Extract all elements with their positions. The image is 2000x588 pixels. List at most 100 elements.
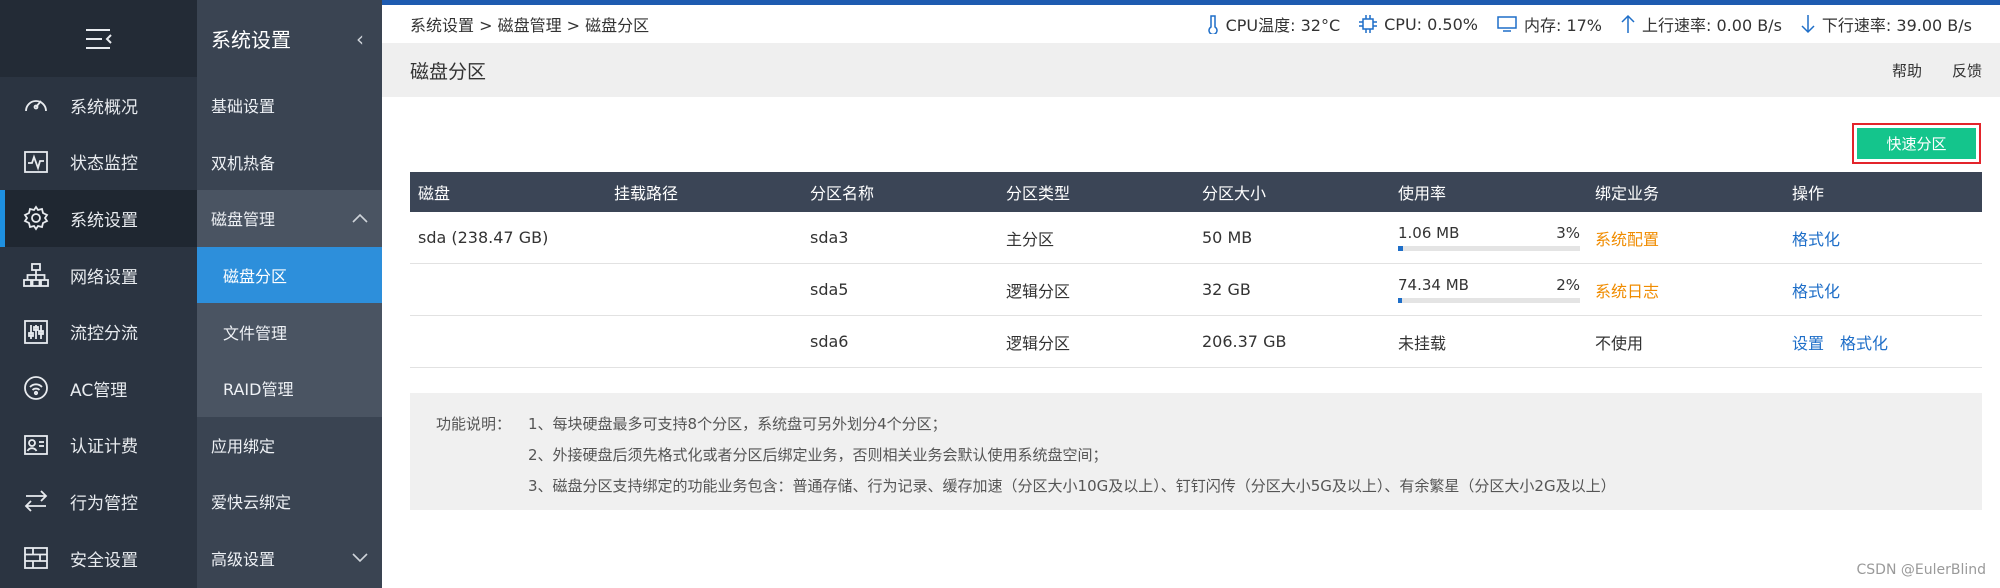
subnav-disk-partition[interactable]: 磁盘分区 — [197, 246, 382, 304]
upload-value: 上行速率: 0.00 B/s — [1642, 16, 1782, 35]
app-root: 系统概况 状态监控 系统设置 网络设置 流控分流 AC管理 认证计费 行为管控 — [0, 0, 2000, 588]
sidebar-item-behavior-control[interactable]: 行为管控 — [0, 473, 197, 530]
column-header: 磁盘 — [418, 184, 451, 203]
format-link[interactable]: 格式化 — [1792, 226, 1840, 250]
memory-stat: 内存: 17% — [1496, 12, 1602, 36]
quick-partition-highlight: 快速分区 — [1852, 123, 1981, 164]
note-line: 2、外接硬盘后须先格式化或者分区后绑定业务，否则相关业务会默认使用系统盘空间； — [528, 446, 1108, 464]
help-link[interactable]: 帮助 — [1892, 60, 1922, 81]
page-title: 磁盘分区 — [410, 60, 487, 83]
network-icon — [20, 259, 52, 291]
pulse-icon — [20, 146, 52, 178]
note-line: 3、磁盘分区支持绑定的功能业务包含：普通存储、行为记录、缓存加速（分区大小10G… — [528, 477, 1616, 495]
sidebar-item-system-settings[interactable]: 系统设置 — [0, 190, 197, 247]
menu-collapse-icon — [85, 28, 112, 49]
usage-bar-fill — [1398, 298, 1402, 303]
secondary-sidebar-header: 系统设置 ‹ — [197, 0, 382, 77]
format-link[interactable]: 格式化 — [1792, 278, 1840, 302]
arrow-down-icon — [1801, 15, 1815, 34]
partition-size-cell: 50 MB — [1202, 228, 1253, 247]
cpu-usage-value: CPU: 0.50% — [1384, 14, 1478, 34]
subnav-cloud-bind[interactable]: 爱快云绑定 — [197, 473, 382, 530]
usage-meter: 1.06 MB 3% — [1398, 224, 1580, 251]
arrow-up-icon — [1621, 14, 1635, 33]
arrows-icon — [20, 485, 52, 517]
partition-name-cell: sda6 — [810, 332, 849, 351]
usage-used: 1.06 MB — [1398, 224, 1460, 242]
operations-cell: 设置 格式化 — [1784, 330, 1982, 354]
sidebar-item-overview[interactable]: 系统概况 — [0, 77, 197, 134]
top-status-bar: 系统设置 > 磁盘管理 > 磁盘分区 CPU温度: 32°C CPU: 0.50… — [382, 5, 2000, 43]
id-card-icon — [20, 429, 52, 461]
subnav-label: 应用绑定 — [211, 436, 276, 456]
chevron-down-icon — [352, 553, 368, 563]
quick-partition-button[interactable]: 快速分区 — [1857, 128, 1976, 159]
primary-sidebar: 系统概况 状态监控 系统设置 网络设置 流控分流 AC管理 认证计费 行为管控 — [0, 0, 197, 588]
note-line: 1、每块硬盘最多可支持8个分区，系统盘可另外划分4个分区； — [528, 415, 947, 433]
sidebar-item-label: 状态监控 — [70, 154, 138, 175]
disk-cell: sda (238.47 GB) — [418, 228, 549, 247]
usage-percent: 2% — [1556, 276, 1580, 294]
download-value: 下行速率: 39.00 B/s — [1821, 16, 1972, 35]
chevron-left-icon[interactable]: ‹ — [356, 27, 364, 51]
table-row: sda6 逻辑分区 206.37 GB 未挂载 不使用 设置 格式化 — [410, 316, 1982, 368]
page-header: 磁盘分区 帮助 反馈 — [382, 43, 2000, 97]
usage-bar — [1398, 298, 1580, 303]
subnav-disk-manage[interactable]: 磁盘管理 — [197, 190, 382, 247]
subnav-label: 磁盘管理 — [211, 210, 276, 230]
sidebar-item-ac-manage[interactable]: AC管理 — [0, 360, 197, 417]
partition-name-cell: sda5 — [810, 280, 849, 299]
memory-value: 内存: 17% — [1523, 16, 1603, 35]
operations-cell: 格式化 — [1784, 226, 1982, 250]
binding-link[interactable]: 系统配置 — [1587, 226, 1784, 250]
monitor-icon — [1497, 16, 1517, 32]
usage-bar — [1398, 246, 1580, 251]
table-header: 磁盘 挂载路径 分区名称 分区类型 分区大小 使用率 绑定业务 操作 — [410, 172, 1982, 212]
partition-type-cell: 逻辑分区 — [1006, 333, 1071, 353]
subnav-basic-settings[interactable]: 基础设置 — [197, 77, 382, 134]
partition-size-cell: 32 GB — [1202, 280, 1251, 299]
sidebar-item-label: AC管理 — [70, 380, 128, 401]
subnav-app-bind[interactable]: 应用绑定 — [197, 417, 382, 474]
subnav-ha[interactable]: 双机热备 — [197, 134, 382, 191]
sidebar-item-label: 安全设置 — [70, 550, 138, 571]
thermometer-icon — [1207, 15, 1218, 34]
table-row: sda (238.47 GB) sda3 主分区 50 MB 1.06 MB 3%… — [410, 212, 1982, 264]
notes-lines: 1、每块硬盘最多可支持8个分区，系统盘可另外划分4个分区； 2、外接硬盘后须先格… — [528, 413, 1616, 510]
sidebar-item-network[interactable]: 网络设置 — [0, 247, 197, 304]
subnav-label: 磁盘分区 — [223, 267, 288, 287]
subnav-file-manage[interactable]: 文件管理 — [197, 303, 382, 360]
sidebar-item-security[interactable]: 安全设置 — [0, 530, 197, 587]
partition-type-cell: 逻辑分区 — [1006, 281, 1071, 301]
sidebar-item-auth-billing[interactable]: 认证计费 — [0, 417, 197, 474]
column-header: 分区大小 — [1202, 184, 1267, 203]
usage-cell: 74.34 MB 2% — [1390, 276, 1587, 303]
usage-percent: 3% — [1556, 224, 1580, 242]
usage-meter: 74.34 MB 2% — [1398, 276, 1580, 303]
subnav-label: 高级设置 — [211, 550, 276, 570]
chevron-up-icon — [352, 214, 368, 224]
subnav-label: 爱快云绑定 — [211, 493, 292, 513]
column-header: 使用率 — [1398, 184, 1447, 203]
sidebar-item-flow-control[interactable]: 流控分流 — [0, 303, 197, 360]
menu-collapse-toggle[interactable] — [0, 0, 197, 77]
feedback-link[interactable]: 反馈 — [1952, 60, 1982, 81]
download-stat: 下行速率: 39.00 B/s — [1800, 12, 1972, 36]
usage-cell: 1.06 MB 3% — [1390, 224, 1587, 251]
subnav-advanced[interactable]: 高级设置 — [197, 530, 382, 587]
cpu-chip-icon — [1359, 15, 1378, 33]
gear-icon — [20, 202, 52, 234]
subnav-label: 基础设置 — [211, 97, 276, 117]
settings-link[interactable]: 设置 — [1792, 330, 1824, 354]
column-header: 操作 — [1792, 184, 1825, 203]
format-link[interactable]: 格式化 — [1840, 330, 1888, 354]
sidebar-item-monitor[interactable]: 状态监控 — [0, 134, 197, 191]
function-notes: 功能说明： 1、每块硬盘最多可支持8个分区，系统盘可另外划分4个分区； 2、外接… — [410, 393, 1982, 510]
subnav-raid[interactable]: RAID管理 — [197, 359, 382, 417]
sliders-icon — [20, 316, 52, 348]
usage-bar-fill — [1398, 246, 1404, 251]
notes-label: 功能说明： — [436, 415, 512, 433]
wifi-icon — [20, 372, 52, 404]
binding-link[interactable]: 系统日志 — [1587, 278, 1784, 302]
sidebar-item-label: 系统概况 — [70, 97, 138, 118]
